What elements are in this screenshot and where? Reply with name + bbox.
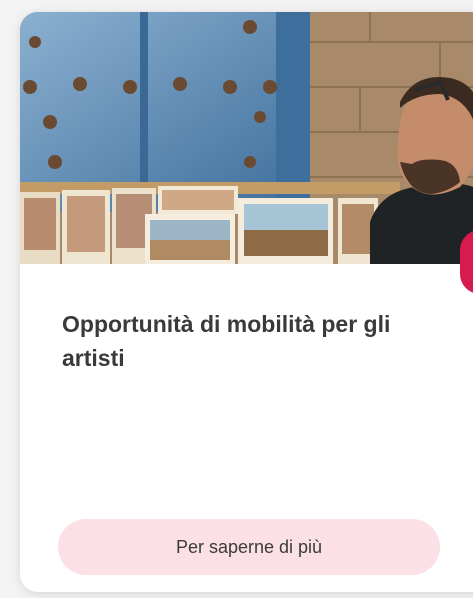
card-title: Opportunità di mobilità per gli artisti [62,311,391,371]
card-image [20,12,473,264]
accent-badge [460,230,473,294]
learn-more-button[interactable]: Per saperne di più [58,519,440,575]
card[interactable]: Opportunità di mobilità per gli artisti … [20,12,473,592]
